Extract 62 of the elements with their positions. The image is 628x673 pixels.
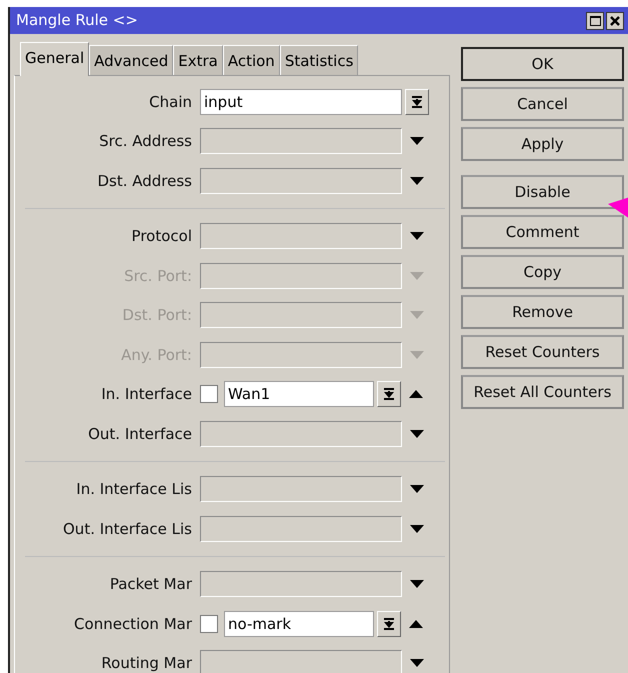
action-button[interactable]: Comment: [461, 215, 624, 249]
maximize-button[interactable]: [586, 12, 604, 30]
dropdown-arrow-icon[interactable]: [410, 580, 424, 588]
action-button[interactable]: Reset All Counters: [461, 375, 624, 409]
checkbox[interactable]: [200, 614, 218, 633]
input-field[interactable]: input: [200, 88, 402, 115]
action-button[interactable]: Copy: [461, 255, 624, 289]
action-button[interactable]: Disable: [461, 175, 624, 209]
dropdown-field[interactable]: [200, 128, 402, 154]
dropdown-field[interactable]: [200, 223, 402, 250]
pointer-mark: [608, 197, 628, 219]
input-field[interactable]: Wan1: [224, 381, 374, 408]
dropdown-button[interactable]: [377, 610, 401, 637]
field-label: Connection Mar: [73, 614, 192, 634]
action-button[interactable]: OK: [461, 47, 624, 81]
checkbox[interactable]: [200, 385, 218, 404]
collapse-arrow-icon[interactable]: [409, 620, 423, 628]
dropdown-arrow-icon[interactable]: [410, 485, 424, 494]
field-label: Routing Mar: [100, 653, 192, 673]
dropdown-icon: [384, 388, 394, 400]
window-title: Mangle Rule <>: [16, 10, 139, 32]
field-label: Src. Port:: [123, 266, 192, 286]
action-button[interactable]: Reset Counters: [461, 335, 624, 369]
dropdown-icon: [412, 96, 422, 108]
dropdown-field[interactable]: [200, 571, 402, 598]
dropdown-field[interactable]: [200, 420, 402, 447]
dropdown-button[interactable]: [377, 381, 401, 408]
field-label: Dst. Address: [96, 170, 192, 192]
field-label: Chain: [148, 92, 192, 112]
action-button[interactable]: Apply: [461, 127, 624, 161]
action-button[interactable]: Cancel: [461, 87, 624, 121]
dropdown-arrow-icon[interactable]: [410, 176, 424, 185]
field-label: Out. Interface: [87, 424, 192, 444]
collapse-arrow-icon[interactable]: [409, 390, 423, 398]
dropdown-icon: [384, 618, 394, 630]
tab[interactable]: Statistics: [280, 45, 358, 75]
input-field[interactable]: no-mark: [224, 610, 374, 637]
field-label: In. Interface: [100, 384, 192, 405]
field-label: Packet Mar: [108, 574, 192, 595]
field-label: Src. Address: [98, 131, 192, 152]
dropdown-field[interactable]: [200, 168, 402, 194]
close-button[interactable]: [606, 12, 624, 30]
tab[interactable]: General: [20, 42, 90, 76]
dropdown-field[interactable]: [200, 516, 402, 542]
tab[interactable]: Action: [222, 45, 280, 75]
field-label: Protocol: [130, 226, 192, 247]
field-label: In. Interface Lis: [75, 479, 192, 500]
field-label: Dst. Port:: [121, 305, 192, 326]
dropdown-field[interactable]: [200, 650, 402, 673]
close-icon: [610, 16, 620, 26]
tab[interactable]: Extra: [173, 45, 223, 75]
action-button[interactable]: Remove: [461, 295, 624, 329]
dropdown-arrow-icon[interactable]: [410, 524, 424, 533]
field-label: Out. Interface Lis: [62, 518, 192, 540]
dropdown-arrow-icon[interactable]: [410, 430, 424, 438]
dropdown-arrow-icon[interactable]: [410, 137, 424, 146]
dropdown-arrow-icon[interactable]: [410, 232, 424, 240]
dropdown-field[interactable]: [200, 476, 402, 502]
dropdown-button[interactable]: [405, 88, 429, 115]
field-label: Any. Port:: [120, 344, 192, 366]
tab[interactable]: Advanced: [89, 45, 174, 75]
dropdown-arrow-icon[interactable]: [410, 659, 424, 668]
